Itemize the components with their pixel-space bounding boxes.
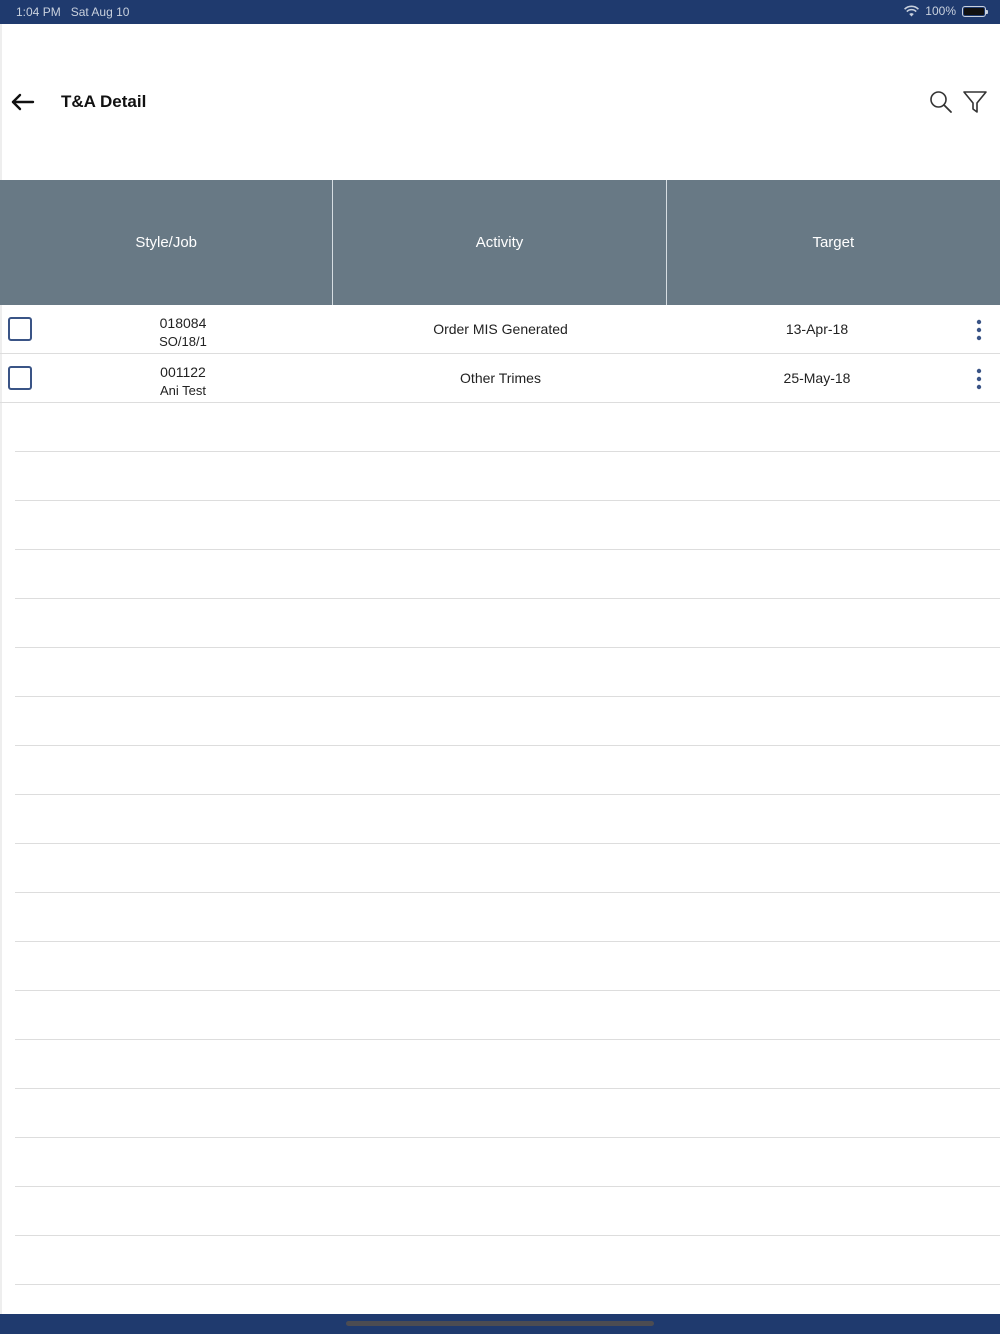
empty-row [15, 942, 1000, 991]
table-row[interactable]: 018084 SO/18/1 Order MIS Generated 13-Ap… [0, 305, 1000, 354]
row-more-button[interactable] [970, 319, 988, 341]
empty-row [15, 599, 1000, 648]
page-title: T&A Detail [61, 92, 147, 111]
empty-row [15, 1236, 1000, 1285]
back-button[interactable] [8, 88, 38, 116]
column-header-target[interactable]: Target [667, 180, 1000, 305]
empty-row [15, 746, 1000, 795]
empty-row [15, 1089, 1000, 1138]
job-number: SO/18/1 [159, 333, 207, 349]
battery-percentage: 100% [925, 4, 956, 18]
home-indicator[interactable] [346, 1321, 654, 1326]
empty-row [15, 403, 1000, 452]
status-time-date: 1:04 PM Sat Aug 10 [16, 5, 139, 19]
filter-button[interactable] [962, 88, 988, 116]
empty-row [15, 991, 1000, 1040]
empty-row [15, 844, 1000, 893]
back-arrow-icon [11, 93, 35, 111]
empty-row [15, 1187, 1000, 1236]
style-job-cell: 001122 Ani Test [83, 364, 283, 398]
empty-row [15, 697, 1000, 746]
row-checkbox[interactable] [8, 317, 32, 341]
target-cell: 13-Apr-18 [785, 321, 849, 337]
job-number: Ani Test [159, 382, 206, 398]
empty-row [15, 795, 1000, 844]
home-bar-area [0, 1314, 1000, 1334]
empty-row [15, 550, 1000, 599]
empty-row [15, 501, 1000, 550]
status-date: Sat Aug 10 [70, 5, 130, 19]
column-header-activity[interactable]: Activity [333, 180, 667, 305]
style-number: 018084 [159, 315, 207, 331]
wifi-icon [904, 5, 920, 17]
search-icon [930, 91, 952, 113]
empty-row [15, 452, 1000, 501]
empty-row [15, 893, 1000, 942]
activity-cell: Order MIS Generated [433, 321, 568, 337]
status-indicators: 100% [904, 4, 988, 18]
style-job-cell: 018084 SO/18/1 [83, 315, 283, 349]
table-body: 018084 SO/18/1 Order MIS Generated 13-Ap… [0, 305, 1000, 1285]
empty-row [15, 1138, 1000, 1187]
more-vertical-icon [976, 368, 982, 390]
page-header: T&A Detail [0, 24, 1000, 180]
activity-cell: Other Trimes [460, 370, 541, 386]
target-cell: 25-May-18 [783, 370, 851, 386]
style-number: 001122 [160, 364, 206, 380]
status-time: 1:04 PM [16, 5, 61, 19]
filter-icon [963, 91, 987, 113]
empty-row [15, 1040, 1000, 1089]
search-button[interactable] [928, 88, 954, 116]
more-vertical-icon [976, 319, 982, 341]
status-bar: 1:04 PM Sat Aug 10 100% [0, 0, 1000, 24]
row-checkbox[interactable] [8, 366, 32, 390]
table-header: Style/Job Activity Target [0, 180, 1000, 305]
table-row[interactable]: 001122 Ani Test Other Trimes 25-May-18 [0, 354, 1000, 403]
column-header-style-job[interactable]: Style/Job [0, 180, 334, 305]
row-more-button[interactable] [970, 368, 988, 390]
battery-icon [962, 5, 988, 17]
empty-row [15, 648, 1000, 697]
